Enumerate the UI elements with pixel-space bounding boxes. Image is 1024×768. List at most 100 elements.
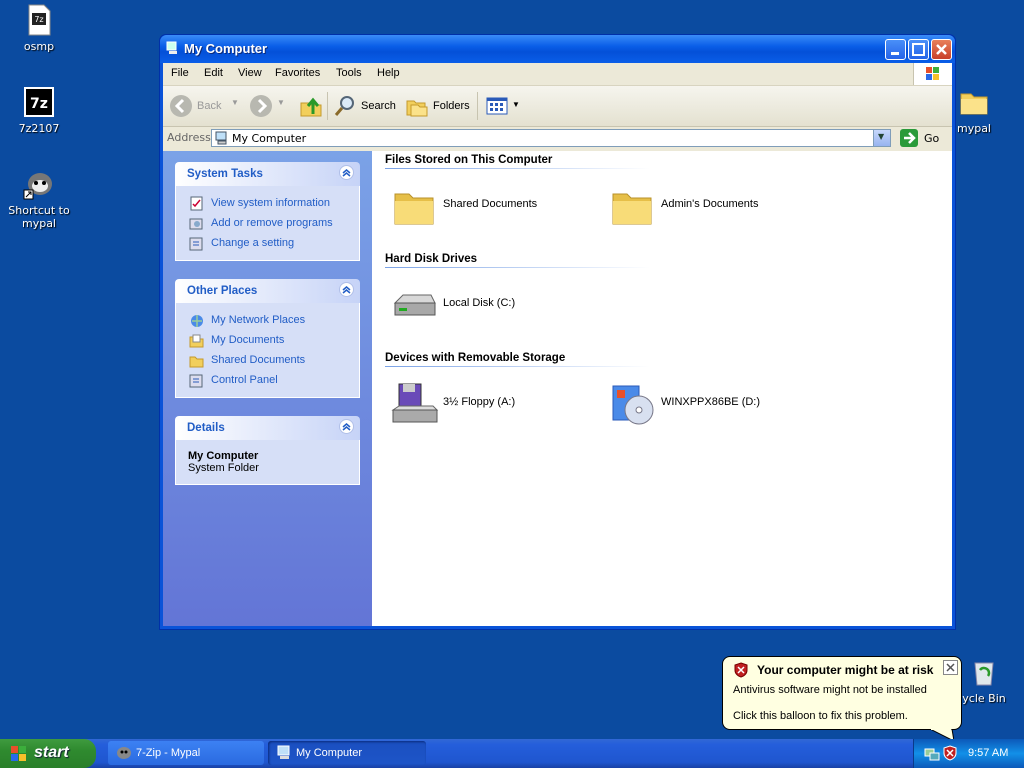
- desktop-icon-label: osmp: [23, 40, 55, 53]
- section-files-stored: Files Stored on This Computer: [385, 154, 553, 166]
- other-places-body: My Network Places My Documents Shared Do…: [175, 303, 360, 398]
- toolbar: Back ▼ ▼ Search Folders ▼: [163, 86, 952, 127]
- item-shared-documents[interactable]: Shared Documents: [391, 184, 571, 228]
- control-panel-icon: [189, 237, 203, 251]
- link-label: Shared Documents: [211, 354, 306, 366]
- forward-button[interactable]: ▼: [249, 94, 289, 118]
- hard-drive-icon: [393, 294, 436, 316]
- go-button[interactable]: Go: [900, 129, 948, 147]
- desktop-icon-shortcut-mypal[interactable]: Shortcut to mypal: [0, 168, 79, 230]
- folders-button[interactable]: Folders: [405, 94, 473, 118]
- menu-view[interactable]: View: [238, 67, 262, 79]
- item-label: Local Disk (C:): [443, 297, 516, 309]
- desktop-icon-label: 7z2107: [18, 122, 60, 135]
- panel-title: System Tasks: [187, 168, 263, 180]
- address-dropdown[interactable]: ▼: [873, 130, 890, 146]
- balloon-close-button[interactable]: [943, 660, 958, 675]
- item-floppy-a[interactable]: 3½ Floppy (A:): [391, 382, 571, 426]
- item-cd-drive-d[interactable]: WINXPPX86BE (D:): [609, 382, 789, 426]
- network-icon[interactable]: [924, 745, 940, 761]
- item-local-disk-c[interactable]: Local Disk (C:): [391, 283, 571, 327]
- menu-file[interactable]: File: [171, 67, 189, 79]
- recycle-bin-icon: [968, 656, 1000, 688]
- balloon-line1: Antivirus software might not be installe…: [733, 684, 927, 696]
- panel-title: Details: [187, 422, 225, 434]
- link-view-system-information[interactable]: View system information: [176, 194, 359, 214]
- window-title: My Computer: [184, 41, 268, 56]
- link-label: View system information: [211, 197, 331, 209]
- link-change-setting[interactable]: Change a setting: [176, 234, 359, 254]
- details-panel: Details My Computer System Folder: [175, 416, 360, 485]
- menu-favorites[interactable]: Favorites: [275, 67, 320, 79]
- link-my-documents[interactable]: My Documents: [176, 331, 359, 351]
- other-places-header[interactable]: Other Places: [175, 279, 360, 303]
- panel-title: Other Places: [187, 285, 258, 297]
- menu-edit[interactable]: Edit: [204, 67, 223, 79]
- folder-icon: [189, 356, 204, 368]
- maximize-icon: [912, 43, 925, 56]
- my-computer-window: My Computer File Edit View Favorites Too…: [159, 34, 956, 630]
- item-admins-documents[interactable]: Admin's Documents: [609, 184, 789, 228]
- file-icon: 7z: [23, 4, 55, 36]
- details-header[interactable]: Details: [175, 416, 360, 440]
- menu-tools[interactable]: Tools: [336, 67, 362, 79]
- close-icon: [946, 663, 955, 672]
- details-name: My Computer: [188, 450, 259, 462]
- title-bar[interactable]: My Computer: [160, 35, 955, 63]
- security-balloon[interactable]: Your computer might be at risk Antivirus…: [722, 656, 962, 730]
- minimize-button[interactable]: [885, 39, 906, 60]
- system-info-icon: [190, 196, 203, 211]
- close-button[interactable]: [931, 39, 952, 60]
- computer-icon: [215, 131, 227, 145]
- task-pane: System Tasks View system information Add: [163, 151, 372, 626]
- task-label: My Computer: [296, 747, 363, 759]
- link-control-panel[interactable]: Control Panel: [176, 371, 359, 391]
- details-body: My Computer System Folder: [175, 440, 360, 485]
- search-button[interactable]: Search: [333, 94, 397, 118]
- collapse-chevron-icon[interactable]: [339, 282, 354, 297]
- taskbar: start 7-Zip - Mypal My Computer 9:57 AM: [0, 739, 1024, 768]
- up-folder-button[interactable]: [299, 94, 323, 118]
- taskbar-task-my-computer[interactable]: My Computer: [268, 741, 426, 765]
- desktop-icon-7z2107[interactable]: 7z 7z2107: [0, 86, 79, 135]
- my-documents-icon: [189, 334, 204, 348]
- link-label: My Documents: [211, 334, 285, 346]
- collapse-chevron-icon[interactable]: [339, 419, 354, 434]
- desktop-icon-osmp[interactable]: 7z osmp: [0, 4, 79, 53]
- security-shield-icon[interactable]: [942, 745, 958, 761]
- control-panel-icon: [189, 374, 203, 388]
- folder-icon: [958, 86, 990, 118]
- windows-logo-icon: [11, 746, 26, 761]
- start-button[interactable]: start: [0, 739, 96, 768]
- menu-bar: File Edit View Favorites Tools Help: [163, 63, 952, 86]
- menu-help[interactable]: Help: [377, 67, 400, 79]
- task-label: 7-Zip - Mypal: [136, 747, 201, 759]
- link-my-network-places[interactable]: My Network Places: [176, 311, 359, 331]
- back-button[interactable]: Back ▼: [169, 94, 239, 118]
- address-field[interactable]: My Computer ▼: [211, 129, 891, 147]
- minimize-icon: [891, 52, 899, 55]
- floppy-drive-icon: [391, 383, 439, 423]
- link-label: My Network Places: [211, 314, 306, 326]
- content-area: System Tasks View system information Add: [163, 151, 952, 626]
- other-places-panel: Other Places My Network Places My Docume: [175, 279, 360, 398]
- link-add-remove-programs[interactable]: Add or remove programs: [176, 214, 359, 234]
- raccoon-icon: [23, 168, 55, 200]
- balloon-title: Your computer might be at risk: [757, 663, 934, 677]
- back-label: Back: [197, 100, 222, 112]
- folder-icon: [612, 193, 652, 225]
- raccoon-icon: [117, 747, 131, 759]
- taskbar-task-7zip-mypal[interactable]: 7-Zip - Mypal: [108, 741, 264, 765]
- back-arrow-icon: [170, 95, 192, 117]
- add-remove-programs-icon: [189, 218, 203, 230]
- search-icon: [334, 96, 354, 116]
- system-tasks-header[interactable]: System Tasks: [175, 162, 360, 186]
- link-shared-documents[interactable]: Shared Documents: [176, 351, 359, 371]
- windows-logo-icon: [913, 63, 952, 85]
- collapse-chevron-icon[interactable]: [339, 165, 354, 180]
- views-button[interactable]: ▼: [485, 94, 521, 118]
- network-places-icon: [191, 315, 203, 327]
- chevron-down-icon: ▼: [277, 98, 285, 107]
- folder-icon: [394, 193, 434, 225]
- maximize-button[interactable]: [908, 39, 929, 60]
